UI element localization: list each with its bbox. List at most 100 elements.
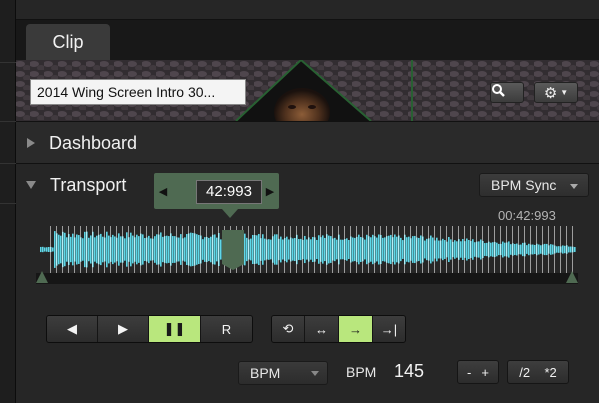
left-panel-edge: [0, 0, 16, 403]
waveform-bar: [316, 239, 318, 260]
dashboard-header[interactable]: Dashboard: [16, 124, 599, 162]
beat-marker: [386, 226, 387, 273]
beat-marker: [212, 226, 213, 273]
search-button[interactable]: [490, 82, 524, 103]
waveform-bar: [418, 237, 420, 262]
top-bar: [0, 0, 599, 20]
play-once-hold-button[interactable]: →|: [373, 316, 405, 342]
waveform-bar: [354, 237, 356, 262]
position-decrement-button[interactable]: ◀: [154, 173, 172, 209]
waveform-bar: [244, 233, 246, 266]
waveform-bar: [496, 242, 498, 257]
beat-marker: [560, 226, 561, 273]
bpm-scale-buttons: /2 *2: [507, 360, 569, 384]
waveform-bar: [198, 234, 200, 265]
beat-marker: [152, 226, 153, 273]
in-point-handle[interactable]: [36, 271, 48, 283]
waveform-bar: [442, 238, 444, 261]
waveform-bar: [508, 241, 510, 258]
waveform-bar: [174, 236, 176, 263]
tab-clip[interactable]: Clip: [26, 24, 110, 60]
waveform-bar: [468, 240, 470, 259]
beat-marker: [314, 226, 315, 273]
waveform-bar: [336, 239, 338, 260]
play-reverse-button[interactable]: ◀: [47, 316, 98, 342]
waveform-bar: [258, 233, 260, 266]
waveform-bar: [394, 234, 396, 265]
beat-marker: [524, 226, 525, 273]
waveform-bar: [178, 237, 180, 262]
waveform-bar: [456, 241, 458, 258]
playhead[interactable]: [222, 230, 244, 264]
waveform-bar: [372, 234, 374, 265]
waveform-bar: [264, 238, 266, 261]
restart-button[interactable]: R: [201, 316, 252, 342]
waveform-bar: [540, 245, 542, 254]
play-once-button[interactable]: →: [339, 316, 373, 342]
bpm-decrease-button[interactable]: -: [467, 365, 471, 380]
waveform-bar: [294, 237, 296, 262]
waveform-bar: [312, 236, 314, 263]
waveform-bar: [72, 233, 74, 266]
bpm-value[interactable]: 145: [394, 361, 424, 382]
beat-marker: [200, 226, 201, 273]
beat-marker: [428, 226, 429, 273]
position-field[interactable]: 42:993: [196, 180, 262, 204]
waveform-bar: [450, 239, 452, 260]
waveform-bar: [252, 234, 254, 265]
waveform-bar: [444, 240, 446, 259]
waveform-bar: [480, 239, 482, 260]
playhead-tip: [222, 264, 244, 270]
waveform-bar: [208, 237, 210, 262]
play-forward-button[interactable]: ▶: [98, 316, 149, 342]
bounce-button[interactable]: ↔: [305, 316, 339, 342]
beat-marker: [326, 226, 327, 273]
beat-marker: [536, 226, 537, 273]
clip-name-field[interactable]: 2014 Wing Screen Intro 30...: [30, 79, 246, 105]
chevron-down-icon: [570, 184, 578, 189]
waveform-bar: [166, 235, 168, 264]
beat-marker: [344, 226, 345, 273]
waveform-bar: [306, 239, 308, 260]
beat-marker: [98, 226, 99, 273]
beat-marker: [134, 226, 135, 273]
beat-marker: [158, 226, 159, 273]
bpm-double-button[interactable]: *2: [544, 365, 556, 380]
bpm-increase-button[interactable]: +: [481, 365, 489, 380]
waveform-bar: [160, 232, 162, 267]
chevron-down-icon: ▼: [560, 88, 569, 97]
waveform-bar: [324, 237, 326, 262]
out-point-handle[interactable]: [566, 271, 578, 283]
position-increment-button[interactable]: ▶: [261, 173, 279, 209]
beat-marker: [116, 226, 117, 273]
beat-marker: [170, 226, 171, 273]
waveform-bar: [42, 246, 44, 253]
pause-button[interactable]: ❚❚: [149, 316, 201, 342]
waveform-bar: [114, 236, 116, 263]
magnifier-icon: [492, 84, 505, 97]
waveform-bar: [472, 239, 474, 260]
waveform-bar: [138, 236, 140, 263]
expand-arrow-icon: [27, 138, 35, 148]
settings-menu-button[interactable]: ⚙ ▼: [534, 82, 578, 103]
sync-mode-value: BPM Sync: [491, 177, 557, 193]
waveform-bar: [436, 237, 438, 262]
waveform-bar: [406, 237, 408, 262]
waveform-bar: [558, 246, 560, 253]
beat-marker: [446, 226, 447, 273]
waveform-bar: [286, 236, 288, 263]
bpm-half-button[interactable]: /2: [519, 365, 530, 380]
scrub-rail[interactable]: [36, 273, 578, 284]
waveform-bar: [516, 243, 518, 256]
loop-button[interactable]: ⟲: [272, 316, 305, 342]
waveform-bar: [148, 235, 150, 264]
waveform-bar: [54, 231, 56, 268]
bpm-mode-select[interactable]: BPM: [238, 361, 328, 385]
waveform-bar: [348, 240, 350, 259]
beat-marker: [542, 226, 543, 273]
waveform-bar: [330, 236, 332, 263]
beat-marker: [74, 226, 75, 273]
sync-mode-select[interactable]: BPM Sync: [479, 173, 589, 197]
waveform[interactable]: [36, 226, 578, 273]
beat-marker: [548, 226, 549, 273]
